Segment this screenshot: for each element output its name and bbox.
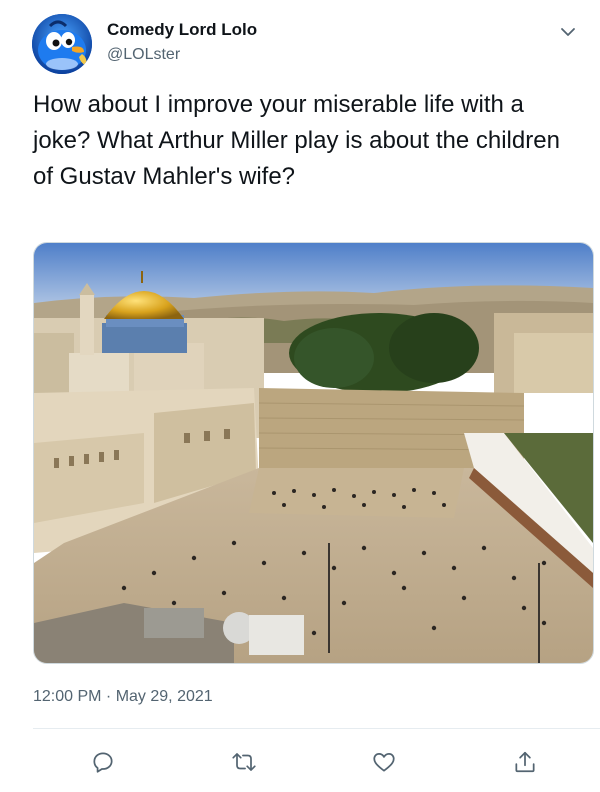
- retweet-button[interactable]: [226, 744, 262, 780]
- user-handle[interactable]: @LOLster: [107, 44, 257, 66]
- like-icon: [373, 753, 395, 772]
- tweet-photo[interactable]: [33, 242, 594, 664]
- share-button[interactable]: [507, 744, 543, 780]
- divider: [33, 728, 600, 729]
- cartoon-bird-avatar-icon: [32, 14, 92, 74]
- tweet-actions: [33, 744, 588, 780]
- tweet-header: Comedy Lord Lolo @LOLster: [32, 14, 580, 74]
- author-names: Comedy Lord Lolo @LOLster: [107, 19, 257, 66]
- tweet-text: How about I improve your miserable life …: [33, 91, 560, 190]
- reply-icon: [93, 752, 113, 773]
- tweet-timestamp[interactable]: 12:00 PM · May 29, 2021: [33, 686, 213, 708]
- chevron-down-icon[interactable]: [556, 20, 580, 44]
- share-icon: [515, 751, 535, 773]
- avatar[interactable]: [32, 14, 92, 74]
- reply-button[interactable]: [85, 744, 121, 780]
- photo-western-wall-jerusalem-icon: [34, 243, 593, 663]
- like-button[interactable]: [366, 744, 402, 780]
- retweet-icon: [232, 753, 256, 771]
- tweet-card: Comedy Lord Lolo @LOLster How about I im…: [0, 0, 600, 792]
- display-name[interactable]: Comedy Lord Lolo: [107, 19, 257, 41]
